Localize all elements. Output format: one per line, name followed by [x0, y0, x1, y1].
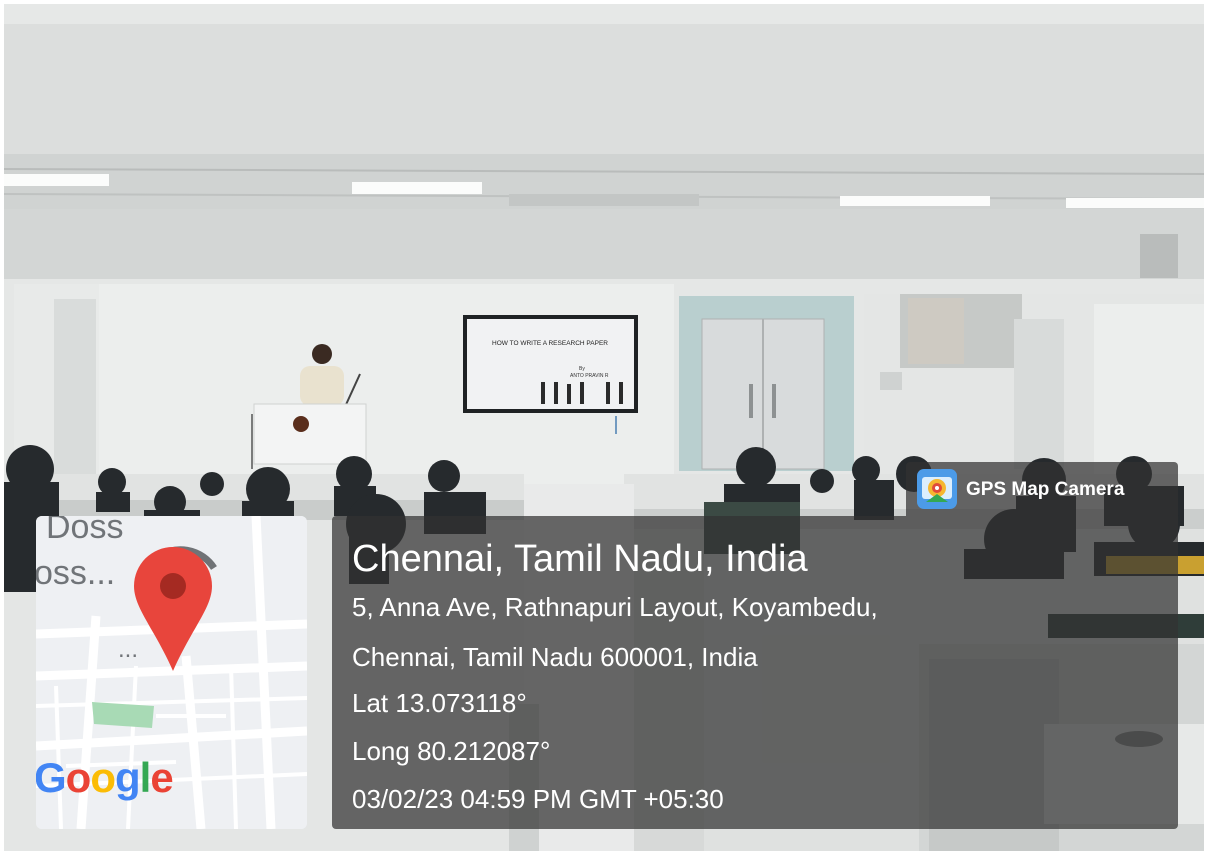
address-line-2: Chennai, Tamil Nadu 600001, India	[352, 642, 758, 672]
google-logo: Google	[36, 754, 174, 801]
latitude-value: Lat 13.073118°	[352, 688, 527, 718]
wall-speaker	[1140, 234, 1178, 278]
slide-by: By	[579, 366, 585, 372]
gps-camera-badge: GPS Map Camera	[906, 462, 1178, 516]
timestamp-value: 03/02/23 04:59 PM GMT +05:30	[352, 784, 724, 814]
location-info-panel: Chennai, Tamil Nadu, India 5, Anna Ave, …	[332, 516, 1178, 829]
address-line-1: 5, Anna Ave, Rathnapuri Layout, Koyambed…	[352, 592, 878, 622]
photo-frame: HOW TO WRITE A RESEARCH PAPER By ANTO PR…	[0, 0, 1208, 855]
location-title: Chennai, Tamil Nadu, India	[352, 538, 808, 580]
ceiling-light	[4, 174, 109, 186]
gps-app-name: GPS Map Camera	[966, 479, 1125, 500]
longitude-value: Long 80.212087°	[352, 736, 551, 766]
presenter	[312, 344, 332, 364]
map-street-label: Doss	[46, 516, 124, 546]
slide-author: ANTO PRAVIN R	[570, 373, 609, 379]
slide-title: HOW TO WRITE A RESEARCH PAPER	[492, 340, 608, 347]
ceiling-light	[352, 182, 482, 194]
map-street-label: ...	[118, 636, 139, 663]
map-park	[92, 702, 154, 728]
podium	[253, 403, 367, 465]
map-street-label: oss...	[36, 554, 116, 592]
location-map-thumbnail: Doss oss... ... Google	[36, 516, 307, 829]
gps-camera-icon	[917, 469, 957, 509]
ceiling-light	[840, 196, 990, 206]
ceiling-light	[1066, 198, 1204, 208]
